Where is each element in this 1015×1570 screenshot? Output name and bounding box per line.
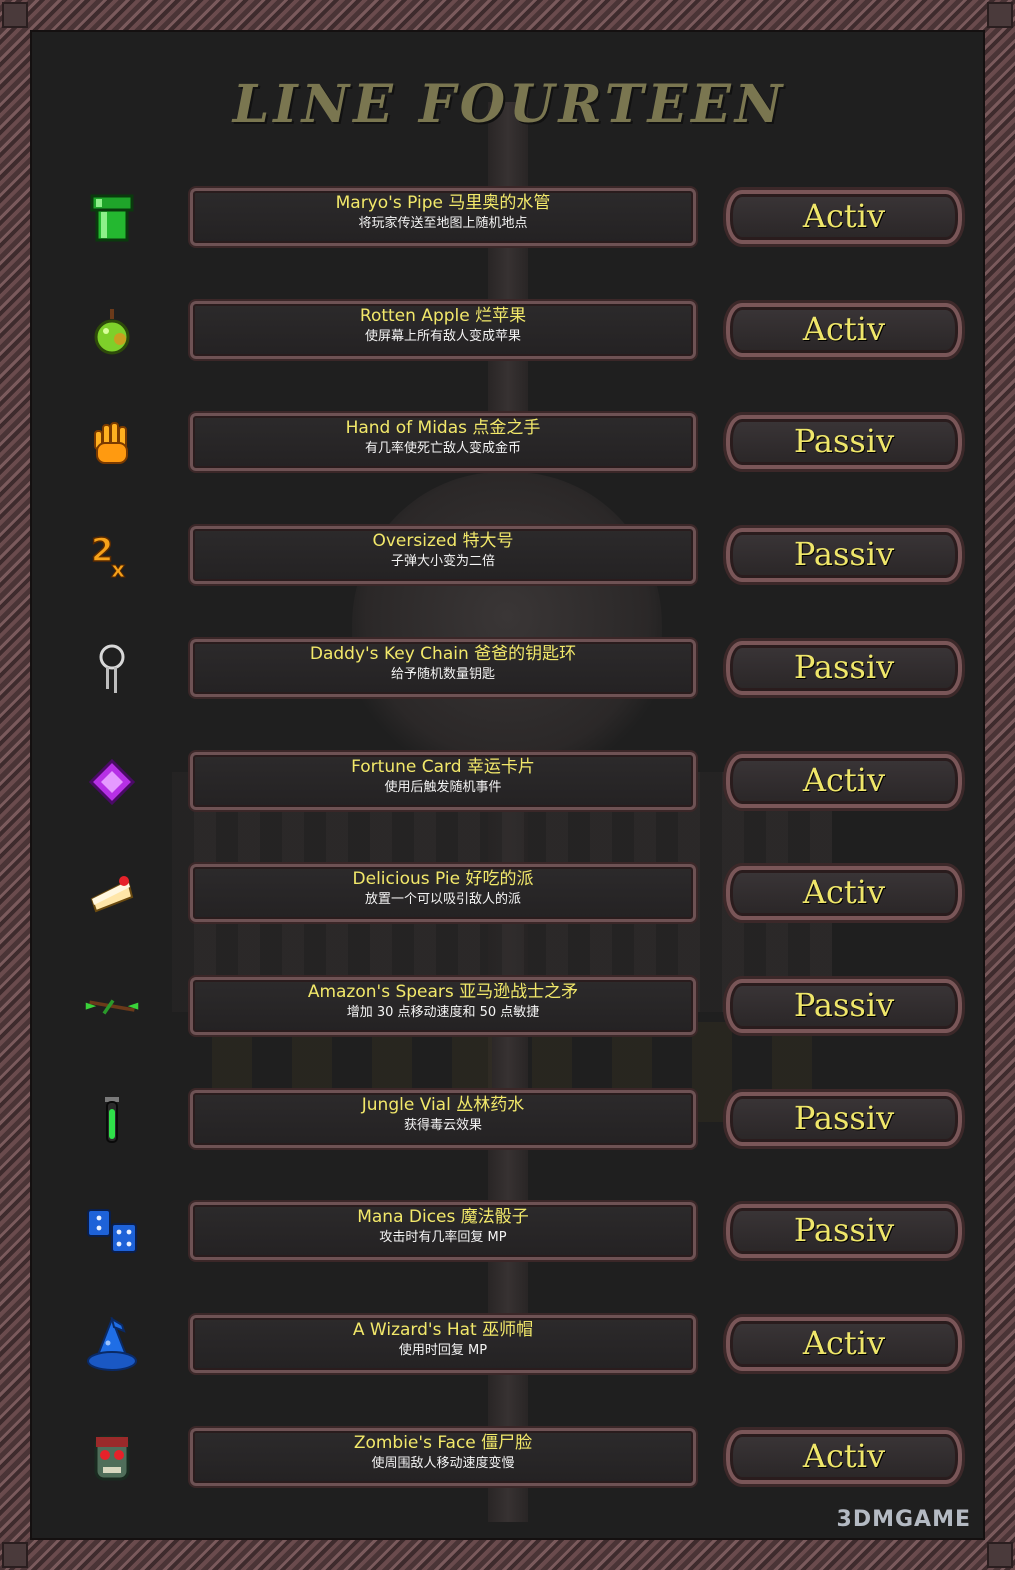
item-effect: 攻击时有几率回复 MP	[379, 1230, 507, 1245]
item-name: Mana Dices 魔法骰子	[357, 1207, 529, 1227]
frame-corner-top-left	[2, 2, 28, 28]
item-effect: 使屏幕上所有敌人变成苹果	[364, 329, 521, 344]
item-description-box: Oversized 特大号子弹大小变为二倍	[190, 526, 696, 584]
item-name: Amazon's Spears 亚马逊战士之矛	[307, 982, 579, 1002]
watermark: 3DMGAME	[836, 1507, 971, 1532]
item-type-badge: Activ	[726, 1430, 962, 1484]
item-effect: 放置一个可以吸引敌人的派	[364, 892, 521, 907]
item-type-badge: Activ	[726, 866, 962, 920]
cake-slice-icon	[84, 866, 140, 922]
spears-icon	[84, 979, 140, 1035]
item-description-box: Maryo's Pipe 马里奥的水管将玩家传送至地图上随机地点	[190, 188, 696, 246]
item-row: Zombie's Face 僵尸脸使周围敌人移动速度变慢 Activ	[32, 1428, 983, 1490]
item-name: Hand of Midas 点金之手	[345, 418, 541, 438]
dice-icon	[84, 1204, 140, 1260]
item-name: Maryo's Pipe 马里奥的水管	[335, 193, 551, 213]
item-type-badge: Passiv	[726, 528, 962, 582]
svg-text:x: x	[111, 558, 125, 581]
item-description-box: Delicious Pie 好吃的派放置一个可以吸引敌人的派	[190, 864, 696, 922]
zombie-face-icon	[84, 1430, 140, 1486]
fortune-card-icon	[84, 754, 140, 810]
item-type-badge: Activ	[726, 754, 962, 808]
item-row: Rotten Apple 烂苹果使屏幕上所有敌人变成苹果 Activ	[32, 301, 983, 363]
item-effect: 使用后触发随机事件	[384, 780, 502, 795]
item-type-badge: Activ	[726, 190, 962, 244]
item-type-badge: Passiv	[726, 1092, 962, 1146]
item-description-box: A Wizard's Hat 巫师帽使用时回复 MP	[190, 1315, 696, 1373]
frame-corner-bottom-left	[2, 1542, 28, 1568]
item-panel: LINE FOURTEEN Maryo's Pipe 马里奥的水管将玩家传送至地…	[30, 30, 985, 1540]
item-type-badge: Passiv	[726, 415, 962, 469]
item-name: A Wizard's Hat 巫师帽	[352, 1320, 534, 1340]
wizard-hat-icon	[84, 1317, 140, 1373]
item-type-badge: Passiv	[726, 641, 962, 695]
item-effect: 有几率使死亡敌人变成金币	[364, 441, 521, 456]
item-description-box: Daddy's Key Chain 爸爸的钥匙环给予随机数量钥匙	[190, 639, 696, 697]
item-effect: 使用时回复 MP	[398, 1343, 488, 1358]
item-description-box: Mana Dices 魔法骰子攻击时有几率回复 MP	[190, 1202, 696, 1260]
item-description-box: Rotten Apple 烂苹果使屏幕上所有敌人变成苹果	[190, 301, 696, 359]
item-description-box: Amazon's Spears 亚马逊战士之矛增加 30 点移动速度和 50 点…	[190, 977, 696, 1035]
item-effect: 获得毒云效果	[403, 1118, 482, 1133]
item-name: Daddy's Key Chain 爸爸的钥匙环	[309, 644, 577, 664]
item-row: Fortune Card 幸运卡片使用后触发随机事件 Activ	[32, 752, 983, 814]
vial-icon	[84, 1092, 140, 1148]
item-row: Daddy's Key Chain 爸爸的钥匙环给予随机数量钥匙 Passiv	[32, 639, 983, 701]
item-name: Jungle Vial 丛林药水	[361, 1095, 525, 1115]
item-row: Mana Dices 魔法骰子攻击时有几率回复 MP Passiv	[32, 1202, 983, 1264]
item-description-box: Zombie's Face 僵尸脸使周围敌人移动速度变慢	[190, 1428, 696, 1486]
item-type-badge: Activ	[726, 1317, 962, 1371]
item-description-box: Fortune Card 幸运卡片使用后触发随机事件	[190, 752, 696, 810]
frame-corner-top-right	[987, 2, 1013, 28]
green-pipe-icon	[84, 190, 140, 246]
item-effect: 使周围敌人移动速度变慢	[371, 1456, 515, 1471]
item-row: Delicious Pie 好吃的派放置一个可以吸引敌人的派 Activ	[32, 864, 983, 926]
item-name: Zombie's Face 僵尸脸	[353, 1433, 533, 1453]
item-row: Jungle Vial 丛林药水获得毒云效果 Passiv	[32, 1090, 983, 1152]
item-description-box: Hand of Midas 点金之手有几率使死亡敌人变成金币	[190, 413, 696, 471]
item-effect: 增加 30 点移动速度和 50 点敏捷	[346, 1005, 540, 1020]
item-row: Hand of Midas 点金之手有几率使死亡敌人变成金币 Passiv	[32, 413, 983, 475]
golden-hand-icon	[84, 415, 140, 471]
item-row: Maryo's Pipe 马里奥的水管将玩家传送至地图上随机地点 Activ	[32, 188, 983, 250]
item-effect: 将玩家传送至地图上随机地点	[358, 216, 528, 231]
item-name: Rotten Apple 烂苹果	[359, 306, 527, 326]
item-type-badge: Passiv	[726, 979, 962, 1033]
item-effect: 给予随机数量钥匙	[390, 667, 495, 682]
double-size-icon: 2x	[84, 528, 140, 584]
item-description-box: Jungle Vial 丛林药水获得毒云效果	[190, 1090, 696, 1148]
item-effect: 子弹大小变为二倍	[390, 554, 495, 569]
item-name: Fortune Card 幸运卡片	[351, 757, 535, 777]
page-title: LINE FOURTEEN	[232, 74, 787, 135]
item-type-badge: Activ	[726, 303, 962, 357]
frame-corner-bottom-right	[987, 1542, 1013, 1568]
item-row: A Wizard's Hat 巫师帽使用时回复 MP Activ	[32, 1315, 983, 1377]
item-type-badge: Passiv	[726, 1204, 962, 1258]
item-name: Delicious Pie 好吃的派	[352, 869, 534, 889]
svg-text:2: 2	[91, 531, 113, 569]
background-skull-art	[352, 472, 662, 792]
item-row: 2 x Oversized 特大号子弹大小变为二倍 Passiv	[32, 526, 983, 588]
key-chain-icon	[84, 641, 140, 697]
item-row: Amazon's Spears 亚马逊战士之矛增加 30 点移动速度和 50 点…	[32, 977, 983, 1039]
item-name: Oversized 特大号	[372, 531, 514, 551]
rotten-apple-icon	[84, 303, 140, 359]
